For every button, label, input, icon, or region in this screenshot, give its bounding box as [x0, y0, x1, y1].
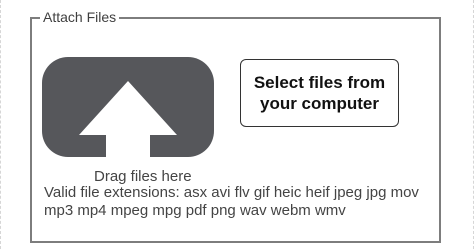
attach-files-legend: Attach Files — [40, 9, 120, 25]
frame-edge-left — [0, 0, 7, 249]
file-dropzone[interactable] — [40, 55, 216, 165]
upload-arrow-icon — [42, 57, 214, 165]
valid-extensions-text: Valid file extensions: asx avi flv gif h… — [44, 184, 419, 219]
select-files-button[interactable]: Select files from your computer — [240, 59, 399, 127]
drag-files-label: Drag files here — [94, 168, 192, 185]
frame-edge-right — [467, 0, 474, 249]
